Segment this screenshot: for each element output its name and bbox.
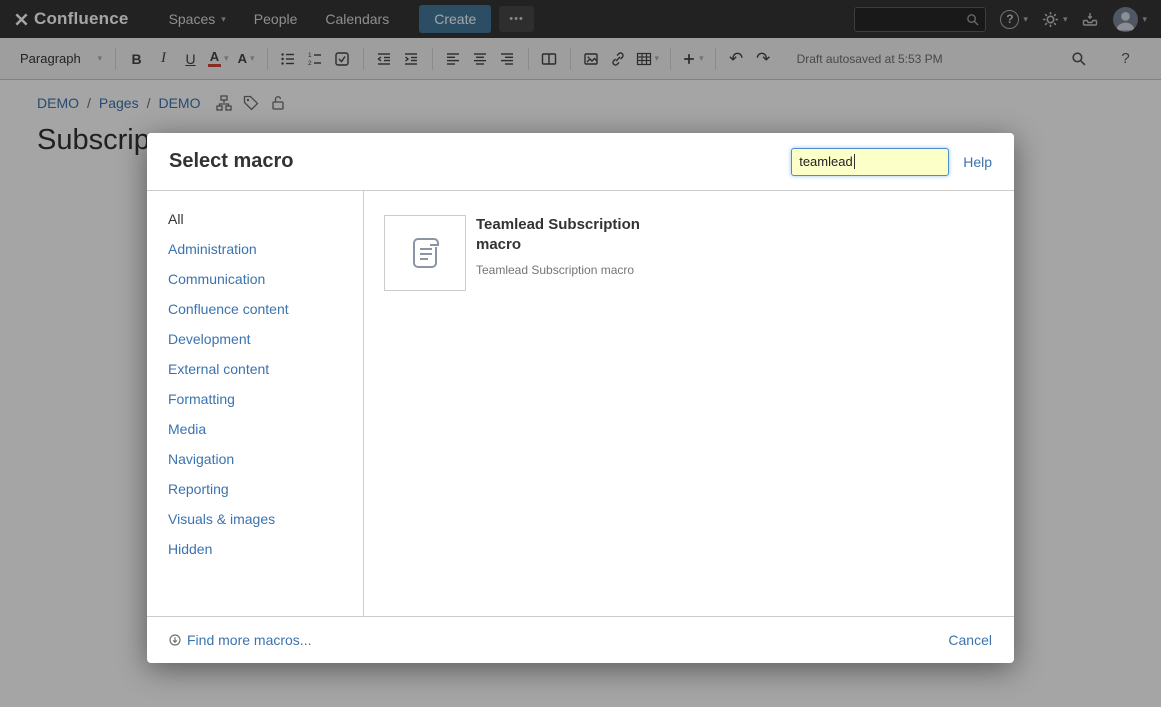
category-development[interactable]: Development (147, 324, 363, 354)
category-confluence-content[interactable]: Confluence content (147, 294, 363, 324)
macro-results: Teamlead Subscription macro Teamlead Sub… (364, 191, 1014, 616)
macro-result-item[interactable]: Teamlead Subscription macro Teamlead Sub… (384, 215, 994, 291)
category-all[interactable]: All (147, 204, 363, 234)
category-media[interactable]: Media (147, 414, 363, 444)
find-more-macros-link[interactable]: Find more macros... (169, 632, 311, 648)
select-macro-dialog: Select macro teamlead Help All Administr… (147, 133, 1014, 663)
category-formatting[interactable]: Formatting (147, 384, 363, 414)
cancel-button[interactable]: Cancel (948, 632, 992, 648)
macro-search-value: teamlead (799, 154, 852, 169)
macro-search-input[interactable]: teamlead (791, 148, 949, 176)
category-external-content[interactable]: External content (147, 354, 363, 384)
category-hidden[interactable]: Hidden (147, 534, 363, 564)
text-cursor (854, 154, 855, 169)
category-communication[interactable]: Communication (147, 264, 363, 294)
macro-result-text: Teamlead Subscription macro Teamlead Sub… (476, 215, 671, 291)
dialog-header: Select macro teamlead Help (147, 133, 1014, 191)
category-reporting[interactable]: Reporting (147, 474, 363, 504)
macro-category-list: All Administration Communication Conflue… (147, 191, 364, 616)
macro-icon-box (384, 215, 466, 291)
dialog-body: All Administration Communication Conflue… (147, 191, 1014, 616)
marketplace-icon (169, 634, 181, 646)
dialog-help-link[interactable]: Help (963, 154, 992, 170)
macro-scroll-icon (403, 231, 447, 275)
dialog-title: Select macro (169, 150, 777, 173)
macro-result-title: Teamlead Subscription macro (476, 215, 671, 256)
category-administration[interactable]: Administration (147, 234, 363, 264)
category-navigation[interactable]: Navigation (147, 444, 363, 474)
category-visuals-images[interactable]: Visuals & images (147, 504, 363, 534)
macro-result-description: Teamlead Subscription macro (476, 263, 671, 277)
dialog-footer: Find more macros... Cancel (147, 616, 1014, 663)
find-more-macros-label: Find more macros... (187, 632, 311, 648)
